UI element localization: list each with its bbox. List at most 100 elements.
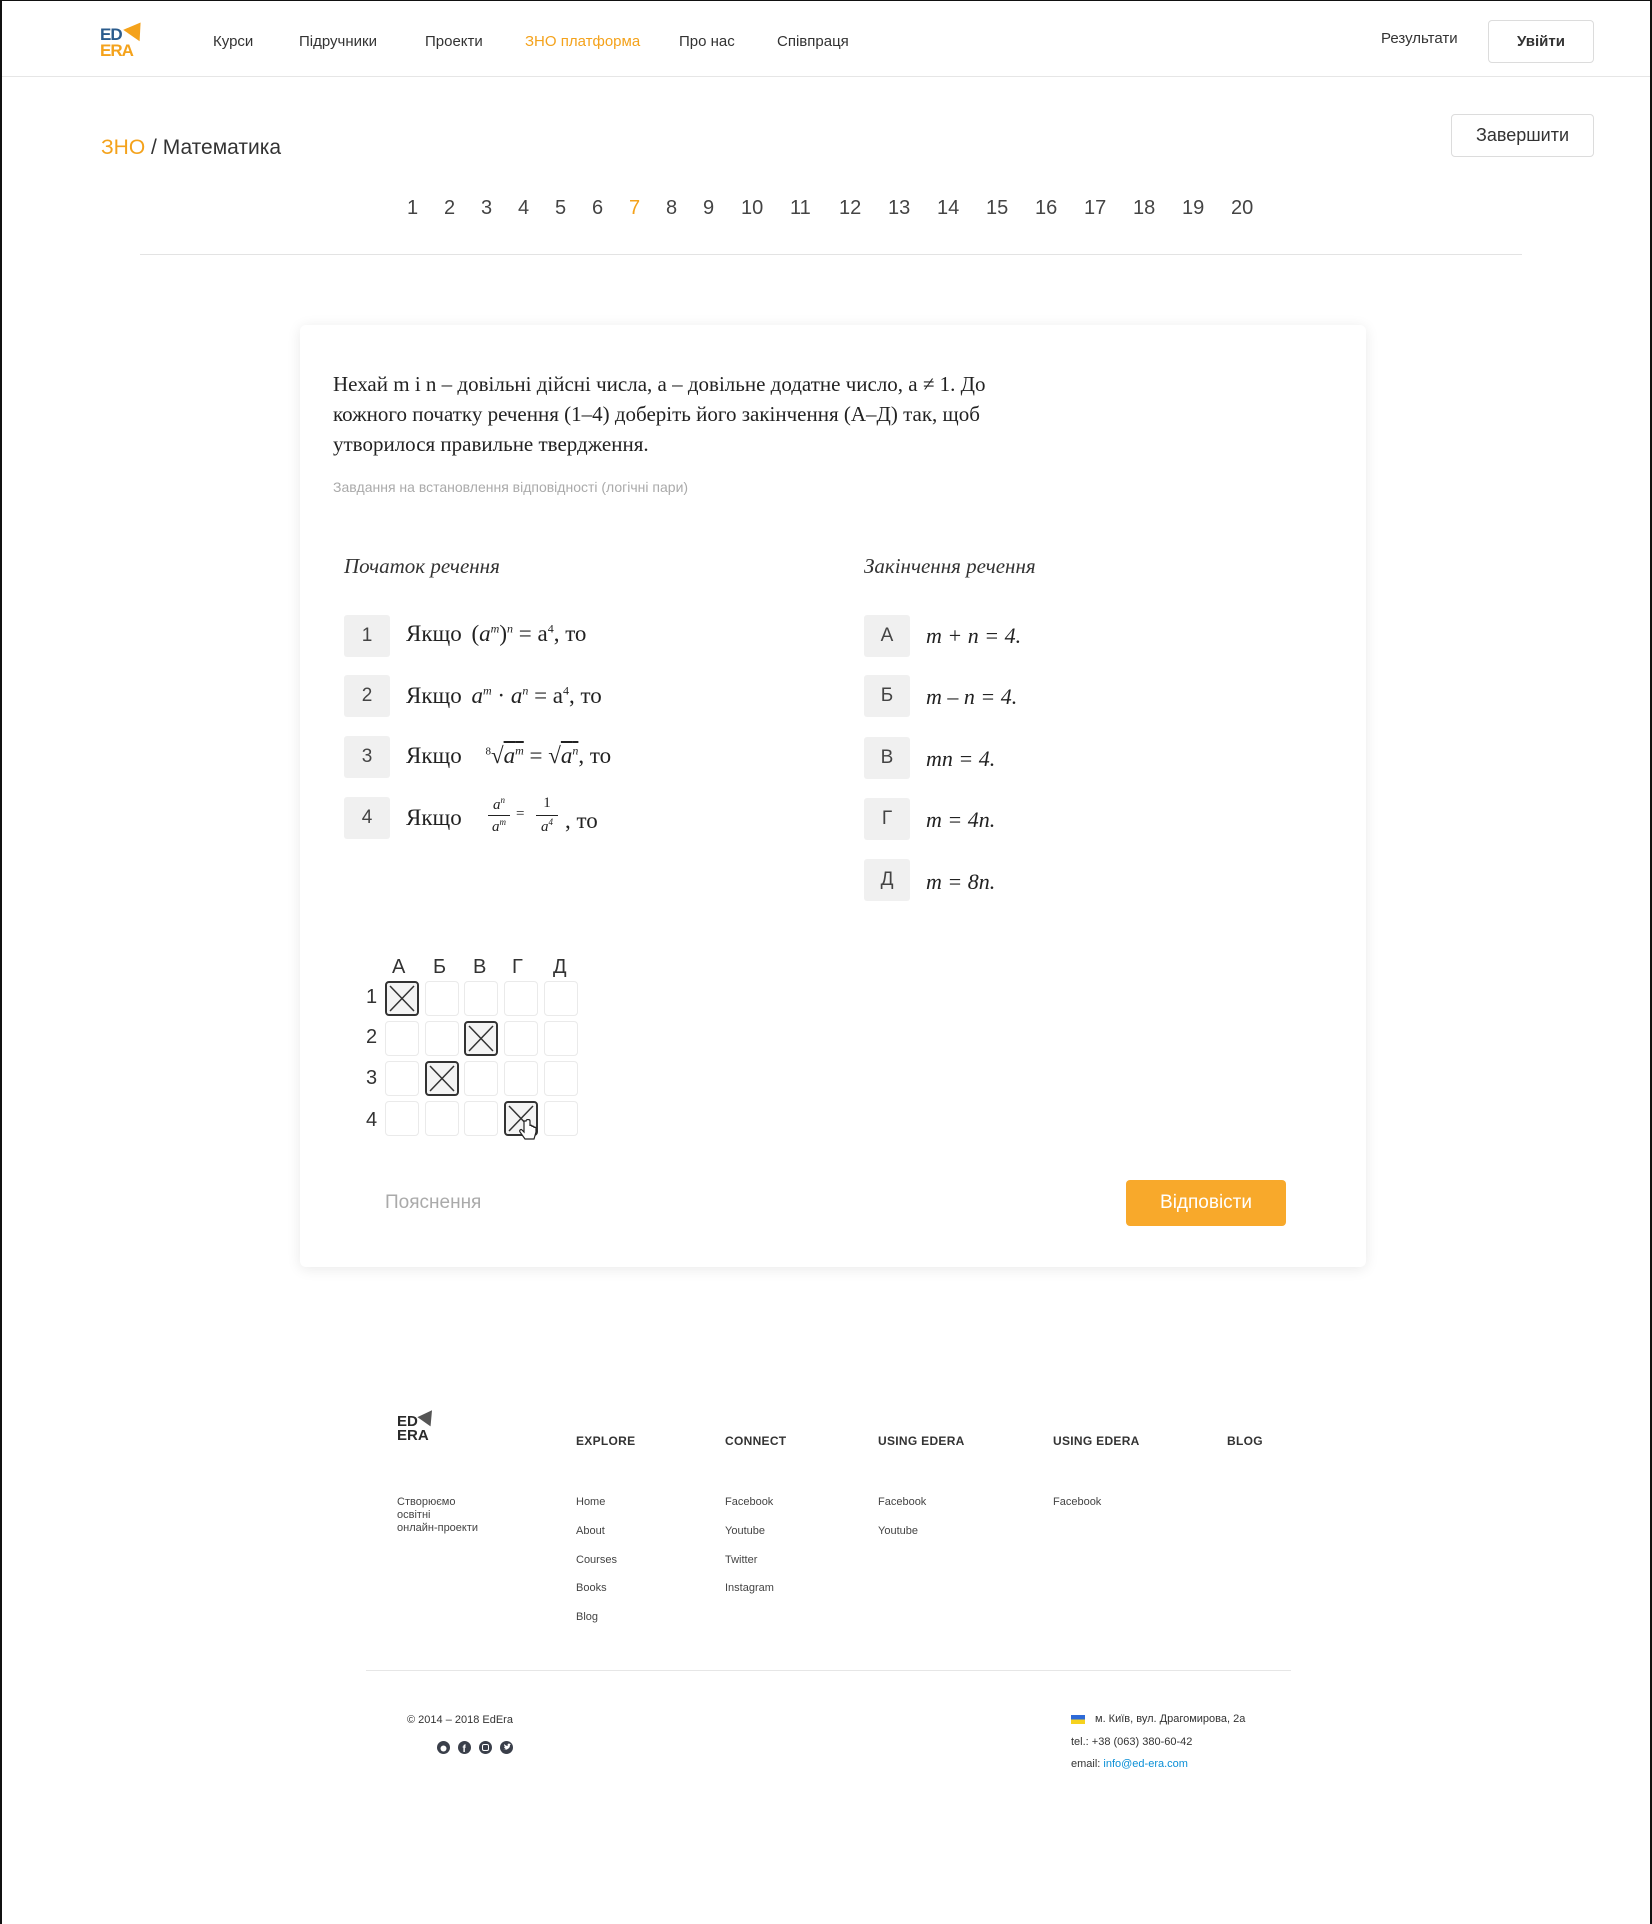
answer-button[interactable]: Відповісти [1126,1180,1286,1226]
footer-link[interactable]: Youtube [878,1525,918,1537]
beginning-word: Якщо [406,743,462,768]
grid-cell-4-v[interactable] [464,1101,498,1136]
page-link[interactable]: 8 [666,197,677,220]
grid-cell-4-d[interactable] [544,1101,578,1136]
grid-cell-4-b[interactable] [425,1101,459,1136]
nav-courses[interactable]: Курси [213,33,253,50]
footer-link[interactable]: Twitter [725,1554,757,1566]
footer-link[interactable]: Courses [576,1554,617,1566]
page-link-current[interactable]: 7 [629,197,640,220]
tagline-line: онлайн-проекти [397,1522,479,1534]
copyright: © 2014 – 2018 EdEra [407,1714,513,1726]
edera-logo[interactable]: ED ERA [100,16,152,61]
grid-col-label: Б [433,956,447,978]
grid-cell-1-g[interactable] [504,981,538,1016]
page-link[interactable]: 12 [839,197,861,220]
grid-cell-2-b[interactable] [425,1021,459,1056]
results-link[interactable]: Результати [1381,30,1458,47]
ending-letter: Г [864,798,910,840]
grid-cell-1-v[interactable] [464,981,498,1016]
grid-cell-4-a[interactable] [385,1101,419,1136]
email-label: email: [1071,1758,1101,1770]
beginnings-header: Початок речення [344,554,500,578]
page-link[interactable]: 11 [790,197,811,220]
footer-link[interactable]: Instagram [725,1582,774,1594]
footer-col-title: EXPLORE [576,1434,636,1448]
nav-zno-platform[interactable]: ЗНО платформа [525,33,640,50]
grid-cell-1-b[interactable] [425,981,459,1016]
ending-text: m – n = 4. [926,684,1018,709]
svg-text:f: f [463,1744,467,1754]
footer-link[interactable]: Home [576,1496,605,1508]
footer-link[interactable]: About [576,1525,605,1537]
beginning-number: 1 [344,615,390,657]
footer-link[interactable]: Facebook [725,1496,773,1508]
footer-link[interactable]: Books [576,1582,607,1594]
instagram-icon[interactable] [479,1741,492,1754]
grid-col-label: Д [553,956,567,978]
page-link[interactable]: 17 [1084,197,1106,220]
question-line: кожного початку речення (1–4) доберіть й… [333,402,980,426]
logo-text-bottom: ERA [100,41,134,60]
footer-link[interactable]: Facebook [878,1496,926,1508]
beginning-word: Якщо [406,621,462,646]
formula: 8√am = √an [485,743,579,768]
page-link[interactable]: 14 [937,197,959,220]
page-link[interactable]: 1 [407,197,418,220]
reddit-icon[interactable] [437,1741,450,1754]
email-link[interactable]: info@ed-era.com [1103,1758,1188,1770]
page-link[interactable]: 4 [518,197,529,220]
breadcrumb-zno-link[interactable]: ЗНО [101,136,145,159]
explanation-link[interactable]: Пояснення [385,1192,481,1214]
beginning-number: 2 [344,675,390,717]
endings-header: Закінчення речення [864,554,1036,578]
page-link[interactable]: 13 [888,197,910,220]
grid-cell-2-g[interactable] [504,1021,538,1056]
beginning-tail: , то [578,743,612,768]
ending-letter: Б [864,675,910,717]
grid-cell-1-a[interactable] [385,981,419,1016]
grid-cell-2-a[interactable] [385,1021,419,1056]
nav-textbooks[interactable]: Підручники [299,33,377,50]
grid-cell-2-v[interactable] [464,1021,498,1056]
footer-link[interactable]: Facebook [1053,1496,1101,1508]
twitter-icon[interactable] [500,1741,513,1754]
page-link[interactable]: 20 [1231,197,1253,220]
page-link[interactable]: 10 [741,197,763,220]
grid-cell-3-d[interactable] [544,1061,578,1096]
footer-link[interactable]: Blog [576,1611,598,1623]
grid-cell-3-a[interactable] [385,1061,419,1096]
footer-logo-text-bottom: ERA [397,1427,429,1444]
page-link[interactable]: 9 [703,197,714,220]
nav-about[interactable]: Про нас [679,33,735,50]
page-link[interactable]: 18 [1133,197,1155,220]
nav-projects[interactable]: Проекти [425,33,483,50]
grid-cell-3-g[interactable] [504,1061,538,1096]
breadcrumb-current: Математика [162,136,282,159]
tagline-line: Створюємо [397,1496,456,1508]
facebook-icon[interactable]: f [458,1741,471,1755]
finish-button[interactable]: Завершити [1451,114,1594,157]
ending-letter: Д [864,859,910,901]
login-button[interactable]: Увійти [1488,20,1594,63]
footer-logo[interactable]: ED ERA [396,1405,446,1447]
page-link[interactable]: 3 [481,197,492,220]
beginning-number: 3 [344,736,390,778]
page-link[interactable]: 2 [444,197,455,220]
grid-row-label: 3 [366,1067,378,1089]
footer-link[interactable]: Youtube [725,1525,765,1537]
page-link[interactable]: 15 [986,197,1008,220]
page-link[interactable]: 19 [1182,197,1204,220]
grid-cell-3-v[interactable] [464,1061,498,1096]
nav-cooperation[interactable]: Співпраця [777,33,849,50]
grid-cell-2-d[interactable] [544,1021,578,1056]
grid-cell-1-d[interactable] [544,981,578,1016]
footer-col-title: USING EDERA [878,1434,965,1448]
page-link[interactable]: 16 [1035,197,1057,220]
grid-cell-3-b[interactable] [425,1061,459,1096]
page-link[interactable]: 6 [592,197,603,220]
formula: (am)n = a4 [471,621,554,646]
page-link[interactable]: 5 [555,197,566,220]
footer-col-title: BLOG [1227,1434,1263,1448]
breadcrumb-separator: / [151,136,157,159]
